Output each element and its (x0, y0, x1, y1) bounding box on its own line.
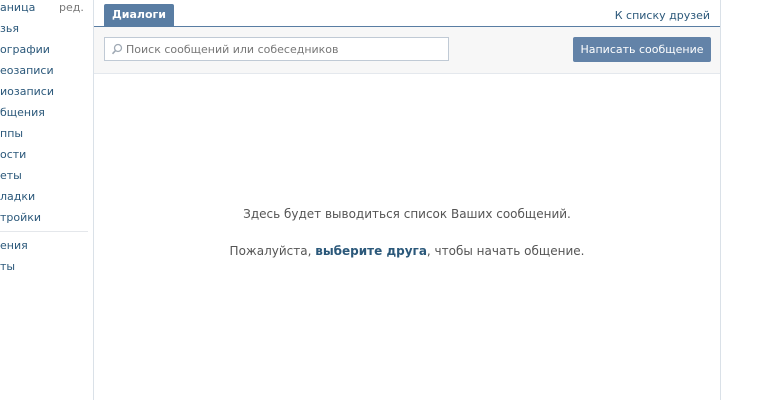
nav-item-label: тройки (0, 211, 42, 224)
choose-friend-link[interactable]: выберите друга (315, 244, 427, 258)
search-box[interactable] (104, 37, 449, 61)
nav-item-label: иозаписи (0, 85, 55, 98)
tabs-bar: Диалоги К списку друзей (94, 0, 720, 27)
nav-item-my-page[interactable]: аница (0, 1, 35, 15)
nav-item-label: еозаписи (0, 64, 54, 77)
nav-item-label: ппы (0, 127, 24, 140)
nav-item-games[interactable]: ты (0, 260, 15, 274)
search-input[interactable] (126, 38, 446, 60)
nav-item-answers[interactable]: еты (0, 169, 22, 183)
write-message-button[interactable]: Написать сообщение (573, 37, 711, 62)
messages-toolbar: Написать сообщение (94, 27, 720, 74)
nav-item-groups[interactable]: ппы (0, 127, 23, 141)
left-nav: аница ред. зья ографии еозаписи иозаписи… (0, 0, 88, 400)
nav-item-label: еты (0, 169, 22, 182)
tab-dialogs[interactable]: Диалоги (104, 4, 174, 26)
nav-item-label: аница (0, 1, 36, 14)
nav-edit-link[interactable]: ред. (59, 1, 84, 14)
nav-item-friends[interactable]: зья (0, 22, 19, 36)
nav-item-bookmarks[interactable]: ладки (0, 190, 35, 204)
friends-list-link[interactable]: К списку друзей (615, 9, 710, 22)
nav-item-label: зья (0, 22, 19, 35)
nav-item-label: ладки (0, 190, 36, 203)
page: аница ред. зья ографии еозаписи иозаписи… (0, 0, 759, 400)
nav-item-label: ты (0, 260, 16, 273)
empty-state-prefix: Пожалуйста, (229, 244, 316, 258)
nav-item-videos[interactable]: еозаписи (0, 64, 54, 78)
nav-item-label: бщения (0, 106, 45, 119)
nav-item-label: ографии (0, 43, 50, 56)
nav-item-photos[interactable]: ографии (0, 43, 50, 57)
nav-divider (0, 231, 88, 232)
messages-panel: Диалоги К списку друзей Написать сообщен… (93, 0, 721, 400)
empty-state-line2: Пожалуйста, выберите друга, чтобы начать… (94, 244, 720, 258)
empty-state-suffix: , чтобы начать общение. (426, 244, 585, 258)
nav-item-audio[interactable]: иозаписи (0, 85, 54, 99)
nav-item-applications[interactable]: ения (0, 239, 28, 253)
nav-item-messages[interactable]: бщения (0, 106, 45, 120)
nav-item-label: ости (0, 148, 27, 161)
empty-state-line1: Здесь будет выводиться список Ваших сооб… (243, 207, 571, 221)
nav-item-news[interactable]: ости (0, 148, 26, 162)
nav-item-label: ения (0, 239, 28, 252)
nav-item-settings[interactable]: тройки (0, 211, 41, 225)
search-icon (111, 43, 123, 55)
